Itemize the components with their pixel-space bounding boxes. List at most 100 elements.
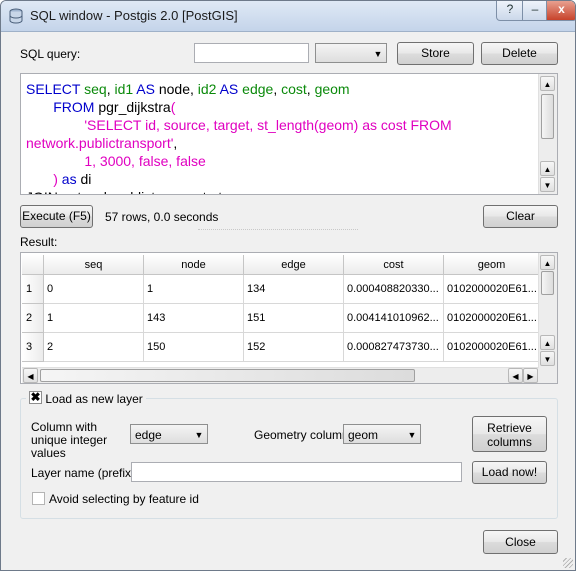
geometry-column-combo[interactable]: geom ▼ (343, 424, 421, 444)
help-button[interactable]: ? (496, 1, 524, 21)
scroll-right-arrow-icon[interactable]: ▶ (523, 368, 538, 383)
check-icon: ✖ (30, 390, 41, 405)
table-cell[interactable]: 143 (144, 304, 244, 333)
sql-line: ) as di (26, 170, 535, 188)
sql-token: ( (170, 99, 176, 115)
row-header[interactable]: 1 (22, 275, 44, 304)
layer-name-input[interactable] (131, 462, 462, 482)
load-layer-header: ✖ Load as new layer (26, 390, 146, 406)
table-cell[interactable]: 134 (244, 275, 344, 304)
sql-token: 1, 3000, false, false (26, 153, 206, 169)
table-cell[interactable]: 1 (44, 304, 144, 333)
store-button[interactable]: Store (397, 42, 474, 65)
sql-token: id1 (114, 81, 134, 97)
scroll-left-arrow-icon[interactable]: ◀ (508, 368, 523, 383)
sql-token: , (273, 81, 282, 97)
chevron-down-icon: ▼ (407, 430, 417, 440)
grid-horizontal-scrollbar[interactable]: ◀ ◀ ▶ (22, 367, 539, 383)
sql-token: pgr_dijkstra (98, 99, 171, 115)
grid-hscroll-thumb[interactable] (40, 369, 415, 382)
column-header-node[interactable]: node (144, 255, 244, 275)
table-cell[interactable]: 0102000020E61... (444, 275, 540, 304)
table-cell[interactable]: 0.000408820330... (344, 275, 444, 304)
table-cell[interactable]: 0102000020E61... (444, 333, 540, 362)
splitter-handle[interactable] (198, 229, 358, 233)
avoid-selecting-checkbox[interactable] (32, 492, 45, 505)
sql-line: JOIN network.publictransport pt (26, 188, 535, 194)
table-cell[interactable]: 0 (44, 275, 144, 304)
table-cell[interactable]: 151 (244, 304, 344, 333)
table-cell[interactable]: 0.000827473730... (344, 333, 444, 362)
scroll-up-arrow-icon[interactable]: ▲ (540, 255, 555, 270)
title-bar[interactable]: SQL window - Postgis 2.0 [PostGIS] ? – x (1, 1, 575, 32)
scroll-up-arrow-icon[interactable]: ▲ (540, 161, 555, 176)
sql-token: ) (26, 171, 62, 187)
column-header-cost[interactable]: cost (344, 255, 444, 275)
column-header-edge[interactable]: edge (244, 255, 344, 275)
unique-column-combo[interactable]: edge ▼ (130, 424, 208, 444)
execution-status: 57 rows, 0.0 seconds (105, 210, 219, 224)
table-cell[interactable]: 1 (144, 275, 244, 304)
column-header-geom[interactable]: geom (444, 255, 540, 275)
clear-button[interactable]: Clear (483, 205, 558, 228)
sql-token: seq (84, 81, 107, 97)
grid-scroll-thumb[interactable] (541, 271, 554, 295)
retrieve-columns-button[interactable]: Retrieve columns (472, 416, 547, 452)
sql-token: di (80, 171, 92, 187)
layer-name-label: Layer name (prefix) (31, 466, 136, 480)
sql-token: FROM (26, 99, 99, 115)
query-name-input[interactable] (194, 43, 309, 63)
editor-vertical-scrollbar[interactable]: ▲ ▲ ▼ (538, 74, 557, 194)
database-icon (9, 8, 23, 24)
saved-query-combo[interactable]: ▼ (315, 43, 387, 63)
sql-token: AS (133, 81, 159, 97)
sql-window: SQL window - Postgis 2.0 [PostGIS] ? – x… (0, 0, 576, 571)
result-table: seq node edge cost geom 1 0 1 134 0.000408820330.… (20, 252, 558, 384)
geometry-column-value: geom (348, 428, 379, 442)
scroll-down-arrow-icon[interactable]: ▼ (540, 177, 555, 192)
table-cell[interactable]: 152 (244, 333, 344, 362)
sql-token: id2 (197, 81, 217, 97)
sql-code: SELECT seq, id1 AS node, id2 AS edge, co… (26, 80, 535, 194)
execute-button[interactable]: Execute (F5) (20, 205, 93, 228)
unique-column-value: edge (135, 428, 162, 442)
close-button[interactable]: Close (483, 530, 558, 554)
sql-token: JOIN network.publictransport pt (26, 189, 222, 194)
sql-line: 1, 3000, false, false (26, 152, 535, 170)
sql-editor[interactable]: SELECT seq, id1 AS node, id2 AS edge, co… (20, 73, 558, 195)
sql-token: AS (216, 81, 243, 97)
editor-scroll-thumb[interactable] (541, 94, 554, 139)
sql-token: geom (314, 81, 350, 97)
minimize-button[interactable]: – (522, 1, 548, 21)
table-cell[interactable]: 0.004141010962... (344, 304, 444, 333)
scroll-down-arrow-icon[interactable]: ▼ (540, 351, 555, 366)
resize-grip-icon[interactable] (563, 558, 573, 568)
table-cell[interactable]: 0102000020E61... (444, 304, 540, 333)
window-title: SQL window - Postgis 2.0 [PostGIS] (30, 8, 238, 23)
scroll-left-arrow-icon[interactable]: ◀ (23, 368, 38, 383)
column-header-seq[interactable]: seq (44, 255, 144, 275)
sql-token: network.publictransport' (26, 135, 174, 151)
scroll-up-arrow-icon[interactable]: ▲ (540, 335, 555, 350)
sql-token: , (190, 81, 198, 97)
table-cell[interactable]: 2 (44, 333, 144, 362)
load-layer-checkbox[interactable]: ✖ (29, 390, 42, 405)
row-header[interactable]: 3 (22, 333, 44, 362)
geometry-column-label: Geometry column (254, 428, 349, 442)
sql-line: SELECT seq, id1 AS node, id2 AS edge, co… (26, 80, 535, 98)
sql-token: , (173, 135, 178, 151)
table-cell[interactable]: 150 (144, 333, 244, 362)
table-corner[interactable] (22, 255, 44, 275)
sql-token: , (306, 81, 315, 97)
avoid-selecting-label: Avoid selecting by feature id (49, 492, 199, 506)
grid-vertical-scrollbar[interactable]: ▲ ▲ ▼ (538, 253, 557, 383)
scroll-up-arrow-icon[interactable]: ▲ (540, 76, 555, 91)
load-layer-label: Load as new layer (45, 391, 143, 406)
sql-token: edge (242, 81, 274, 97)
sql-token: as (61, 171, 81, 187)
delete-button[interactable]: Delete (481, 42, 558, 65)
close-window-button[interactable]: x (546, 1, 575, 21)
load-now-button[interactable]: Load now! (472, 461, 547, 484)
row-header[interactable]: 2 (22, 304, 44, 333)
sql-line: 'SELECT id, source, target, st_length(ge… (26, 116, 535, 134)
